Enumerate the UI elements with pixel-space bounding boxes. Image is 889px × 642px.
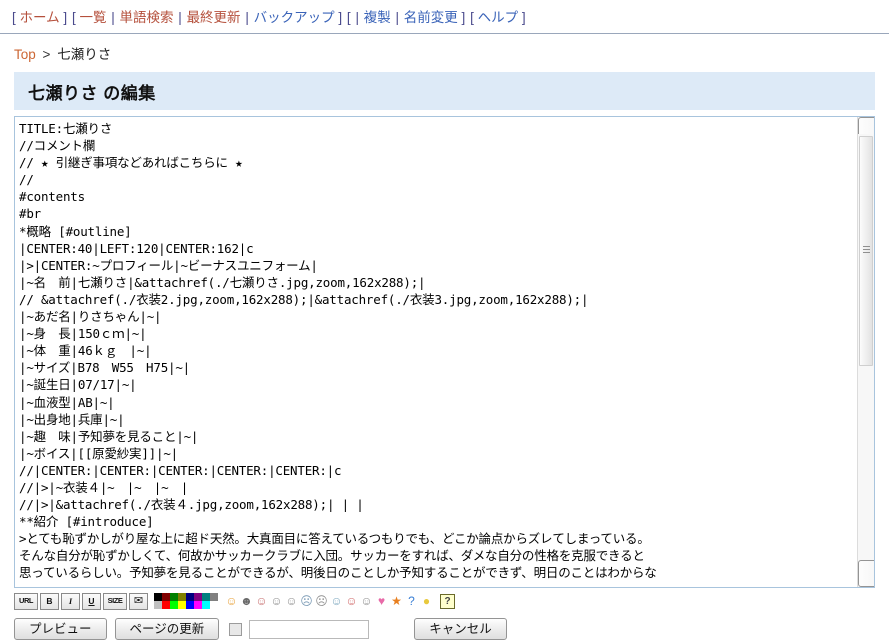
star-icon[interactable]: ★ — [389, 594, 404, 609]
edit-note-input[interactable] — [249, 619, 370, 639]
heart-icon[interactable]: ♥ — [374, 594, 389, 609]
attach-button[interactable]: ✉ — [129, 592, 148, 610]
editor-scrollbar[interactable] — [857, 117, 874, 587]
bracket-close: ] — [338, 10, 343, 25]
color-swatch-4[interactable] — [186, 601, 194, 609]
color-swatch-2[interactable] — [170, 593, 178, 601]
nav-group-help: [ ヘルプ ] — [470, 10, 526, 25]
bracket-open: [ — [470, 10, 474, 25]
nav-separator: | — [178, 10, 182, 25]
color-swatch-0[interactable] — [154, 593, 162, 601]
scrollbar-thumb[interactable] — [859, 136, 873, 366]
url-button[interactable]: URL — [14, 592, 38, 610]
nav-link-word-search[interactable]: 単語検索 — [120, 10, 174, 25]
question-icon[interactable]: ? — [404, 594, 419, 609]
color-swatch-7[interactable] — [210, 593, 218, 601]
nav-link-list[interactable]: 一覧 — [79, 10, 106, 25]
color-swatch-6[interactable] — [202, 601, 210, 609]
color-swatch-6[interactable] — [202, 593, 210, 601]
action-bar: プレビュー ページの更新 キャンセル — [14, 616, 889, 642]
emoji-strip: ☺ ☻ ☺ ☺ ☺ ☹ ☹ ☺ ☺ ☺ ♥ ★? ● — [224, 594, 434, 609]
bulb-icon[interactable]: ● — [419, 594, 434, 609]
smile-icon[interactable]: ☺ — [224, 594, 239, 609]
top-navigation: [ ホーム ] [ 一覧 | 単語検索 | 最終更新 | バックアップ ] [ … — [0, 0, 889, 34]
bracket-close: ] — [63, 10, 68, 25]
angry-icon[interactable]: ☺ — [344, 594, 359, 609]
bracket-close: ] — [521, 10, 526, 25]
color-swatch-1[interactable] — [162, 601, 170, 609]
bigsmile-icon[interactable]: ☻ — [239, 594, 254, 609]
scrollbar-track[interactable] — [858, 134, 874, 570]
nav-group-page-ops: [ | 複製 | 名前変更 ] — [347, 10, 469, 25]
breadcrumb-current: 七瀬りさ — [57, 47, 112, 62]
worried-icon[interactable]: ☹ — [314, 594, 329, 609]
bracket-open: [ — [12, 10, 16, 25]
shock-icon[interactable]: ☺ — [359, 594, 374, 609]
color-swatch-3[interactable] — [178, 593, 186, 601]
nav-separator: | — [355, 10, 359, 25]
page-title-band: 七瀬りさ の編集 — [14, 72, 875, 110]
minor-edit-checkbox[interactable] — [229, 622, 243, 636]
bracket-open: [ — [346, 10, 351, 25]
wiki-source-textarea[interactable]: TITLE:七瀬りさ //コメント欄 // ★ 引継ぎ事項などあればこちらに ★… — [19, 120, 854, 587]
sweat-icon[interactable]: ☺ — [329, 594, 344, 609]
color-swatch-7[interactable] — [210, 601, 218, 609]
color-swatch-4[interactable] — [186, 593, 194, 601]
color-swatch-5[interactable] — [194, 593, 202, 601]
editor-container[interactable]: TITLE:七瀬りさ //コメント欄 // ★ 引継ぎ事項などあればこちらに ★… — [14, 116, 875, 588]
color-palette-row-light — [154, 601, 218, 609]
nav-link-help[interactable]: ヘルプ — [478, 10, 519, 25]
nav-group-home: [ ホーム ] — [12, 10, 71, 25]
underline-button[interactable]: U — [82, 592, 101, 610]
format-toolbar: URL B I U SIZE ✉ ☺ ☻ ☺ ☺ ☺ ☹ ☹ ☺ ☺ ☺ ♥ ★? ● ? — [14, 591, 889, 611]
huh-icon[interactable]: ☺ — [254, 594, 269, 609]
cancel-button[interactable]: キャンセル — [414, 617, 507, 641]
bracket-open: [ — [71, 10, 76, 25]
nav-separator: | — [395, 10, 399, 25]
bracket-close: ] — [461, 10, 466, 25]
nav-separator: | — [245, 10, 249, 25]
nav-separator: | — [111, 10, 115, 25]
nav-link-duplicate[interactable]: 複製 — [364, 10, 391, 25]
wink-icon[interactable]: ☺ — [284, 594, 299, 609]
oh-icon[interactable]: ☺ — [269, 594, 284, 609]
italic-button[interactable]: I — [61, 592, 80, 610]
nav-link-backup[interactable]: バックアップ — [254, 10, 335, 25]
breadcrumb-link-top[interactable]: Top — [14, 47, 36, 62]
nav-link-recent-changes[interactable]: 最終更新 — [187, 10, 241, 25]
help-icon[interactable]: ? — [440, 593, 455, 609]
nav-group-tools: [ 一覧 | 単語検索 | 最終更新 | バックアップ ] — [72, 10, 346, 25]
breadcrumb-arrow: > — [42, 47, 51, 62]
color-swatch-1[interactable] — [162, 593, 170, 601]
sad-icon[interactable]: ☹ — [299, 594, 314, 609]
bold-button[interactable]: B — [40, 592, 59, 610]
color-swatch-3[interactable] — [178, 601, 186, 609]
color-palette — [154, 593, 218, 609]
scrollbar-grip-icon — [863, 246, 870, 256]
color-swatch-0[interactable] — [154, 601, 162, 609]
nav-link-home[interactable]: ホーム — [20, 10, 60, 25]
color-swatch-5[interactable] — [194, 601, 202, 609]
update-page-button[interactable]: ページの更新 — [114, 617, 220, 641]
color-swatch-2[interactable] — [170, 601, 178, 609]
page-title: 七瀬りさ の編集 — [28, 83, 156, 103]
scroll-down-button[interactable] — [858, 560, 874, 587]
breadcrumb: Top > 七瀬りさ — [0, 34, 889, 67]
size-button[interactable]: SIZE — [103, 592, 127, 610]
preview-button[interactable]: プレビュー — [14, 617, 107, 641]
nav-link-rename[interactable]: 名前変更 — [404, 10, 458, 25]
color-palette-row-dark — [154, 593, 218, 601]
